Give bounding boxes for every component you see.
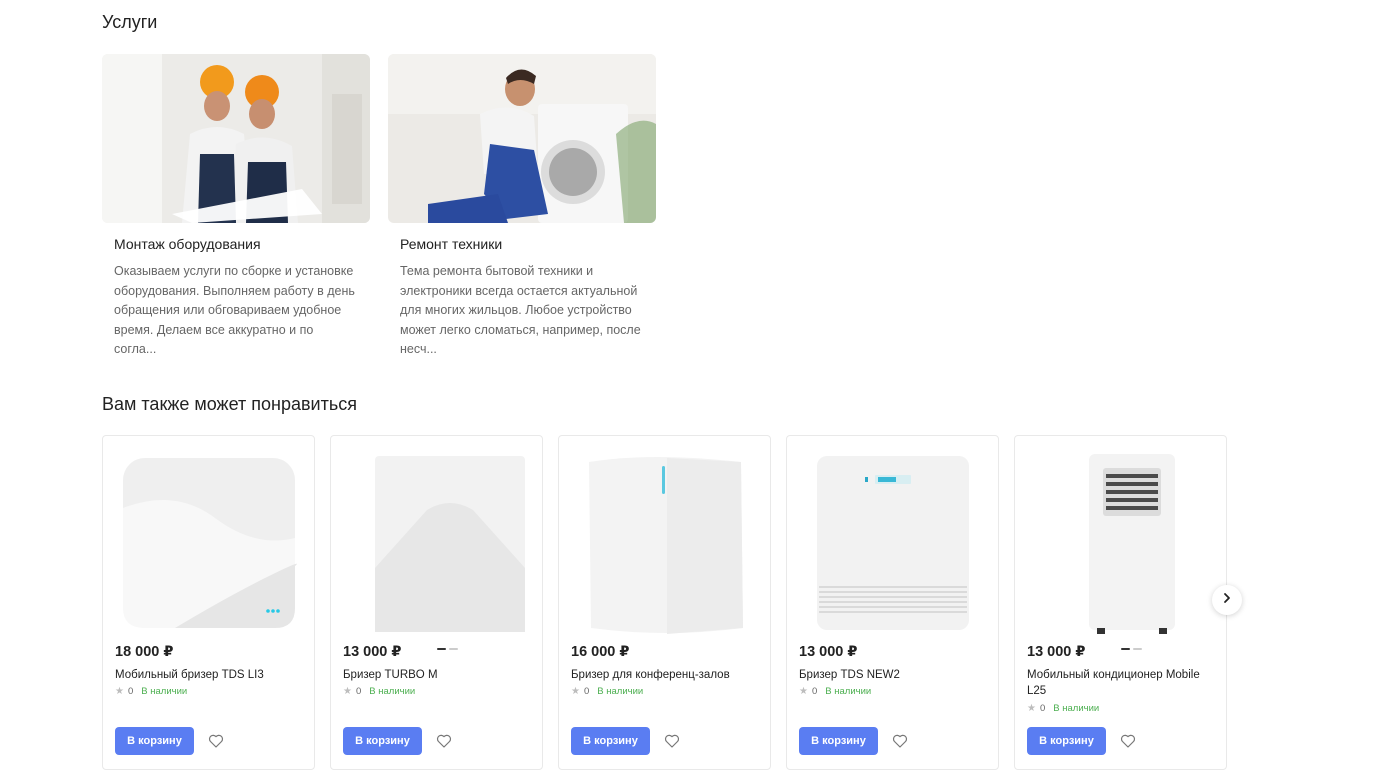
products-carousel: 18 000 ₽ Мобильный бризер TDS LI3 ★ 0 В … bbox=[102, 435, 1227, 770]
product-name[interactable]: Мобильный бризер TDS LI3 bbox=[115, 667, 304, 683]
add-to-cart-button[interactable]: В корзину bbox=[1027, 727, 1106, 755]
heart-icon[interactable] bbox=[207, 732, 225, 750]
recommendations-title: Вам также может понравиться bbox=[102, 394, 357, 414]
rating-count: 0 bbox=[1039, 703, 1046, 714]
image-pagination[interactable] bbox=[437, 648, 458, 650]
product-card[interactable]: 18 000 ₽ Мобильный бризер TDS LI3 ★ 0 В … bbox=[102, 435, 315, 770]
add-to-cart-button[interactable]: В корзину bbox=[343, 727, 422, 755]
product-card[interactable]: 16 000 ₽ Бризер для конференц-залов ★ 0 … bbox=[558, 435, 771, 770]
rating-count: 0 bbox=[583, 686, 590, 697]
stock-status: В наличии bbox=[597, 686, 644, 697]
rating-count: 0 bbox=[355, 686, 362, 697]
product-price: 13 000 ₽ bbox=[1027, 644, 1086, 660]
star-icon: ★ bbox=[799, 686, 808, 697]
product-meta: ★ 0 В наличии bbox=[571, 686, 643, 697]
service-description: Тема ремонта бытовой техники и электрони… bbox=[400, 264, 641, 356]
add-to-cart-button[interactable]: В корзину bbox=[799, 727, 878, 755]
product-card[interactable]: 13 000 ₽ Мобильный кондиционер Mobile L2… bbox=[1014, 435, 1227, 770]
product-card[interactable]: 13 000 ₽ Бризер TURBO M ★ 0 В наличии В … bbox=[330, 435, 543, 770]
service-photo-repair[interactable] bbox=[388, 54, 656, 223]
product-price: 13 000 ₽ bbox=[799, 644, 858, 660]
product-name[interactable]: Бризер TDS NEW2 bbox=[799, 667, 988, 683]
service-name[interactable]: Ремонт техники bbox=[400, 236, 656, 252]
product-card[interactable]: 13 000 ₽ Бризер TDS NEW2 ★ 0 В наличии В… bbox=[786, 435, 999, 770]
product-name[interactable]: Бризер TURBO M bbox=[343, 667, 532, 683]
service-card-installation[interactable]: Монтаж оборудования Оказываем услуги по … bbox=[102, 54, 370, 360]
add-to-cart-button[interactable]: В корзину bbox=[115, 727, 194, 755]
stock-status: В наличии bbox=[1053, 703, 1100, 714]
service-photo-installation[interactable] bbox=[102, 54, 370, 223]
stock-status: В наличии bbox=[141, 686, 188, 697]
product-image[interactable] bbox=[115, 448, 303, 640]
product-price: 13 000 ₽ bbox=[343, 644, 402, 660]
product-meta: ★ 0 В наличии bbox=[799, 686, 871, 697]
product-image[interactable] bbox=[343, 448, 531, 650]
product-price: 18 000 ₽ bbox=[115, 644, 174, 660]
chevron-right-icon bbox=[1221, 591, 1233, 609]
carousel-next-button[interactable] bbox=[1212, 585, 1242, 615]
image-pagination[interactable] bbox=[1121, 648, 1142, 650]
heart-icon[interactable] bbox=[891, 732, 909, 750]
rating-count: 0 bbox=[811, 686, 818, 697]
product-image[interactable] bbox=[571, 448, 759, 640]
product-meta: ★ 0 В наличии bbox=[1027, 703, 1099, 714]
product-price: 16 000 ₽ bbox=[571, 644, 630, 660]
stock-status: В наличии bbox=[369, 686, 416, 697]
star-icon: ★ bbox=[343, 686, 352, 697]
product-name[interactable]: Мобильный кондиционер Mobile L25 bbox=[1027, 667, 1216, 699]
service-name[interactable]: Монтаж оборудования bbox=[114, 236, 370, 252]
services-title: Услуги bbox=[102, 12, 158, 32]
product-meta: ★ 0 В наличии bbox=[343, 686, 415, 697]
heart-icon[interactable] bbox=[1119, 732, 1137, 750]
heart-icon[interactable] bbox=[435, 732, 453, 750]
stock-status: В наличии bbox=[825, 686, 872, 697]
service-description: Оказываем услуги по сборке и установке о… bbox=[114, 264, 355, 356]
service-card-repair[interactable]: Ремонт техники Тема ремонта бытовой техн… bbox=[388, 54, 656, 360]
star-icon: ★ bbox=[1027, 703, 1036, 714]
product-image[interactable] bbox=[1027, 448, 1215, 650]
star-icon: ★ bbox=[115, 686, 124, 697]
rating-count: 0 bbox=[127, 686, 134, 697]
product-name[interactable]: Бризер для конференц-залов bbox=[571, 667, 760, 683]
heart-icon[interactable] bbox=[663, 732, 681, 750]
add-to-cart-button[interactable]: В корзину bbox=[571, 727, 650, 755]
star-icon: ★ bbox=[571, 686, 580, 697]
product-meta: ★ 0 В наличии bbox=[115, 686, 187, 697]
product-image[interactable] bbox=[799, 448, 987, 640]
